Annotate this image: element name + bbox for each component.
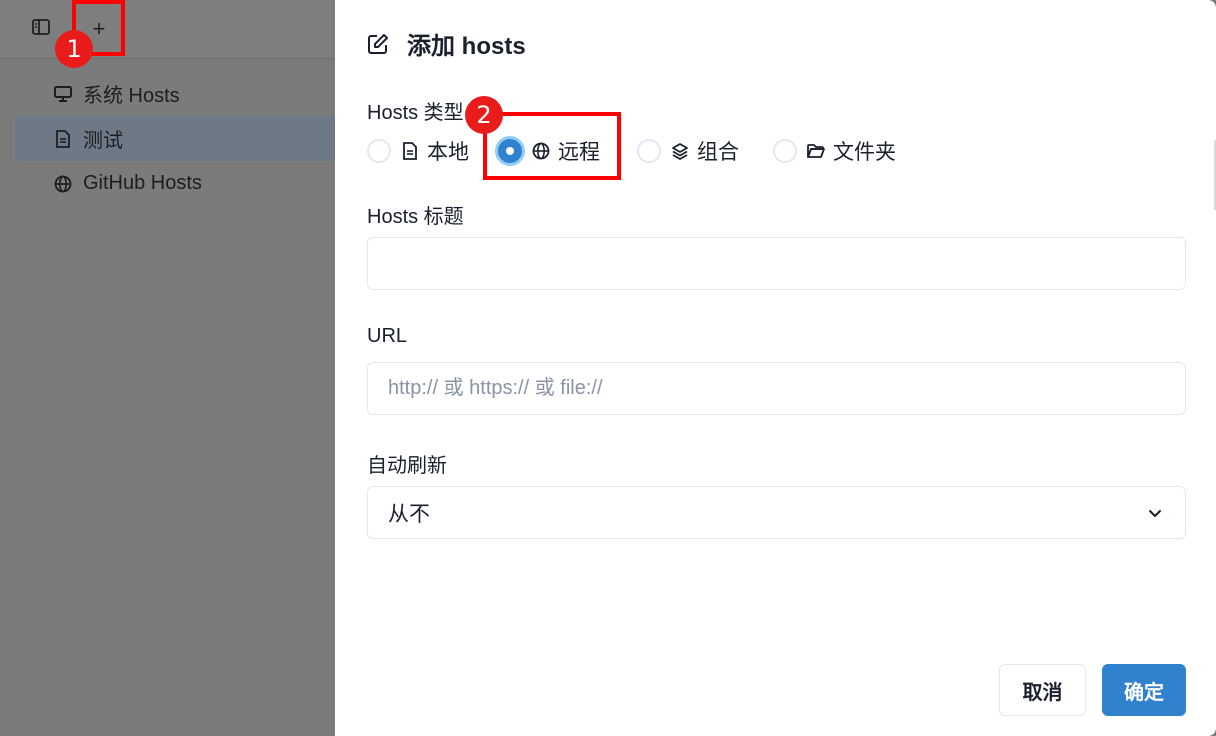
cancel-button[interactable]: 取消 — [999, 664, 1086, 716]
hosts-title-input[interactable] — [367, 237, 1186, 290]
folder-icon — [807, 142, 825, 160]
radio-label: 文件夹 — [833, 141, 896, 164]
dialog-title-text: 添加 hosts — [407, 33, 526, 60]
auto-refresh-value: 从不 — [388, 502, 430, 526]
radio-label: 本地 — [427, 141, 469, 164]
sidebar-toggle-button[interactable] — [26, 14, 56, 44]
add-hosts-dialog: 添加 hosts Hosts 类型 本地 远程 组合 文件夹 2 Hosts 标… — [335, 0, 1216, 736]
sidebar-item-test[interactable]: 测试 — [15, 116, 335, 161]
radio-local[interactable]: 本地 — [367, 136, 498, 166]
edit-icon — [367, 32, 391, 56]
annotation-highlight-2 — [483, 112, 621, 180]
file-icon — [52, 128, 74, 150]
sidebar-item-label: GitHub Hosts — [83, 172, 202, 194]
radio-circle[interactable] — [367, 139, 391, 163]
radio-folder[interactable]: 文件夹 — [773, 136, 896, 166]
hosts-type-label: Hosts 类型 — [367, 102, 464, 124]
dialog-title: 添加 hosts — [367, 26, 526, 61]
radio-label: 组合 — [697, 141, 739, 164]
sidebar-item-system-hosts[interactable]: 系统 Hosts — [15, 71, 335, 116]
sidebar-item-label: 系统 Hosts — [83, 85, 180, 107]
sidebar-toolbar: + — [0, 0, 336, 59]
url-label: URL — [367, 325, 408, 347]
hosts-title-label: Hosts 标题 — [367, 206, 464, 228]
monitor-icon — [52, 83, 74, 105]
sidebar-item-github-hosts[interactable]: GitHub Hosts — [15, 161, 335, 206]
url-input[interactable] — [367, 362, 1186, 415]
hosts-type-radio-group: 本地 远程 组合 文件夹 — [367, 136, 896, 166]
sidebar-icon — [32, 18, 50, 41]
annotation-badge-1: 1 — [55, 30, 93, 68]
chevron-down-icon — [1147, 504, 1165, 522]
annotation-badge-2: 2 — [465, 96, 503, 134]
hosts-list: 系统 Hosts 测试 GitHub Hosts — [15, 71, 335, 206]
auto-refresh-select[interactable]: 从不 — [367, 486, 1186, 539]
radio-circle[interactable] — [637, 139, 661, 163]
auto-refresh-label: 自动刷新 — [367, 455, 447, 477]
radio-combination[interactable]: 组合 — [637, 136, 773, 166]
app-sidebar-pane: + 系统 Hosts 测试 GitHub Hosts 1 — [0, 0, 336, 736]
file-icon — [401, 142, 419, 160]
confirm-button[interactable]: 确定 — [1102, 664, 1186, 716]
sidebar-item-label: 测试 — [83, 130, 123, 152]
layers-icon — [671, 142, 689, 160]
radio-circle[interactable] — [773, 139, 797, 163]
globe-icon — [52, 173, 74, 195]
